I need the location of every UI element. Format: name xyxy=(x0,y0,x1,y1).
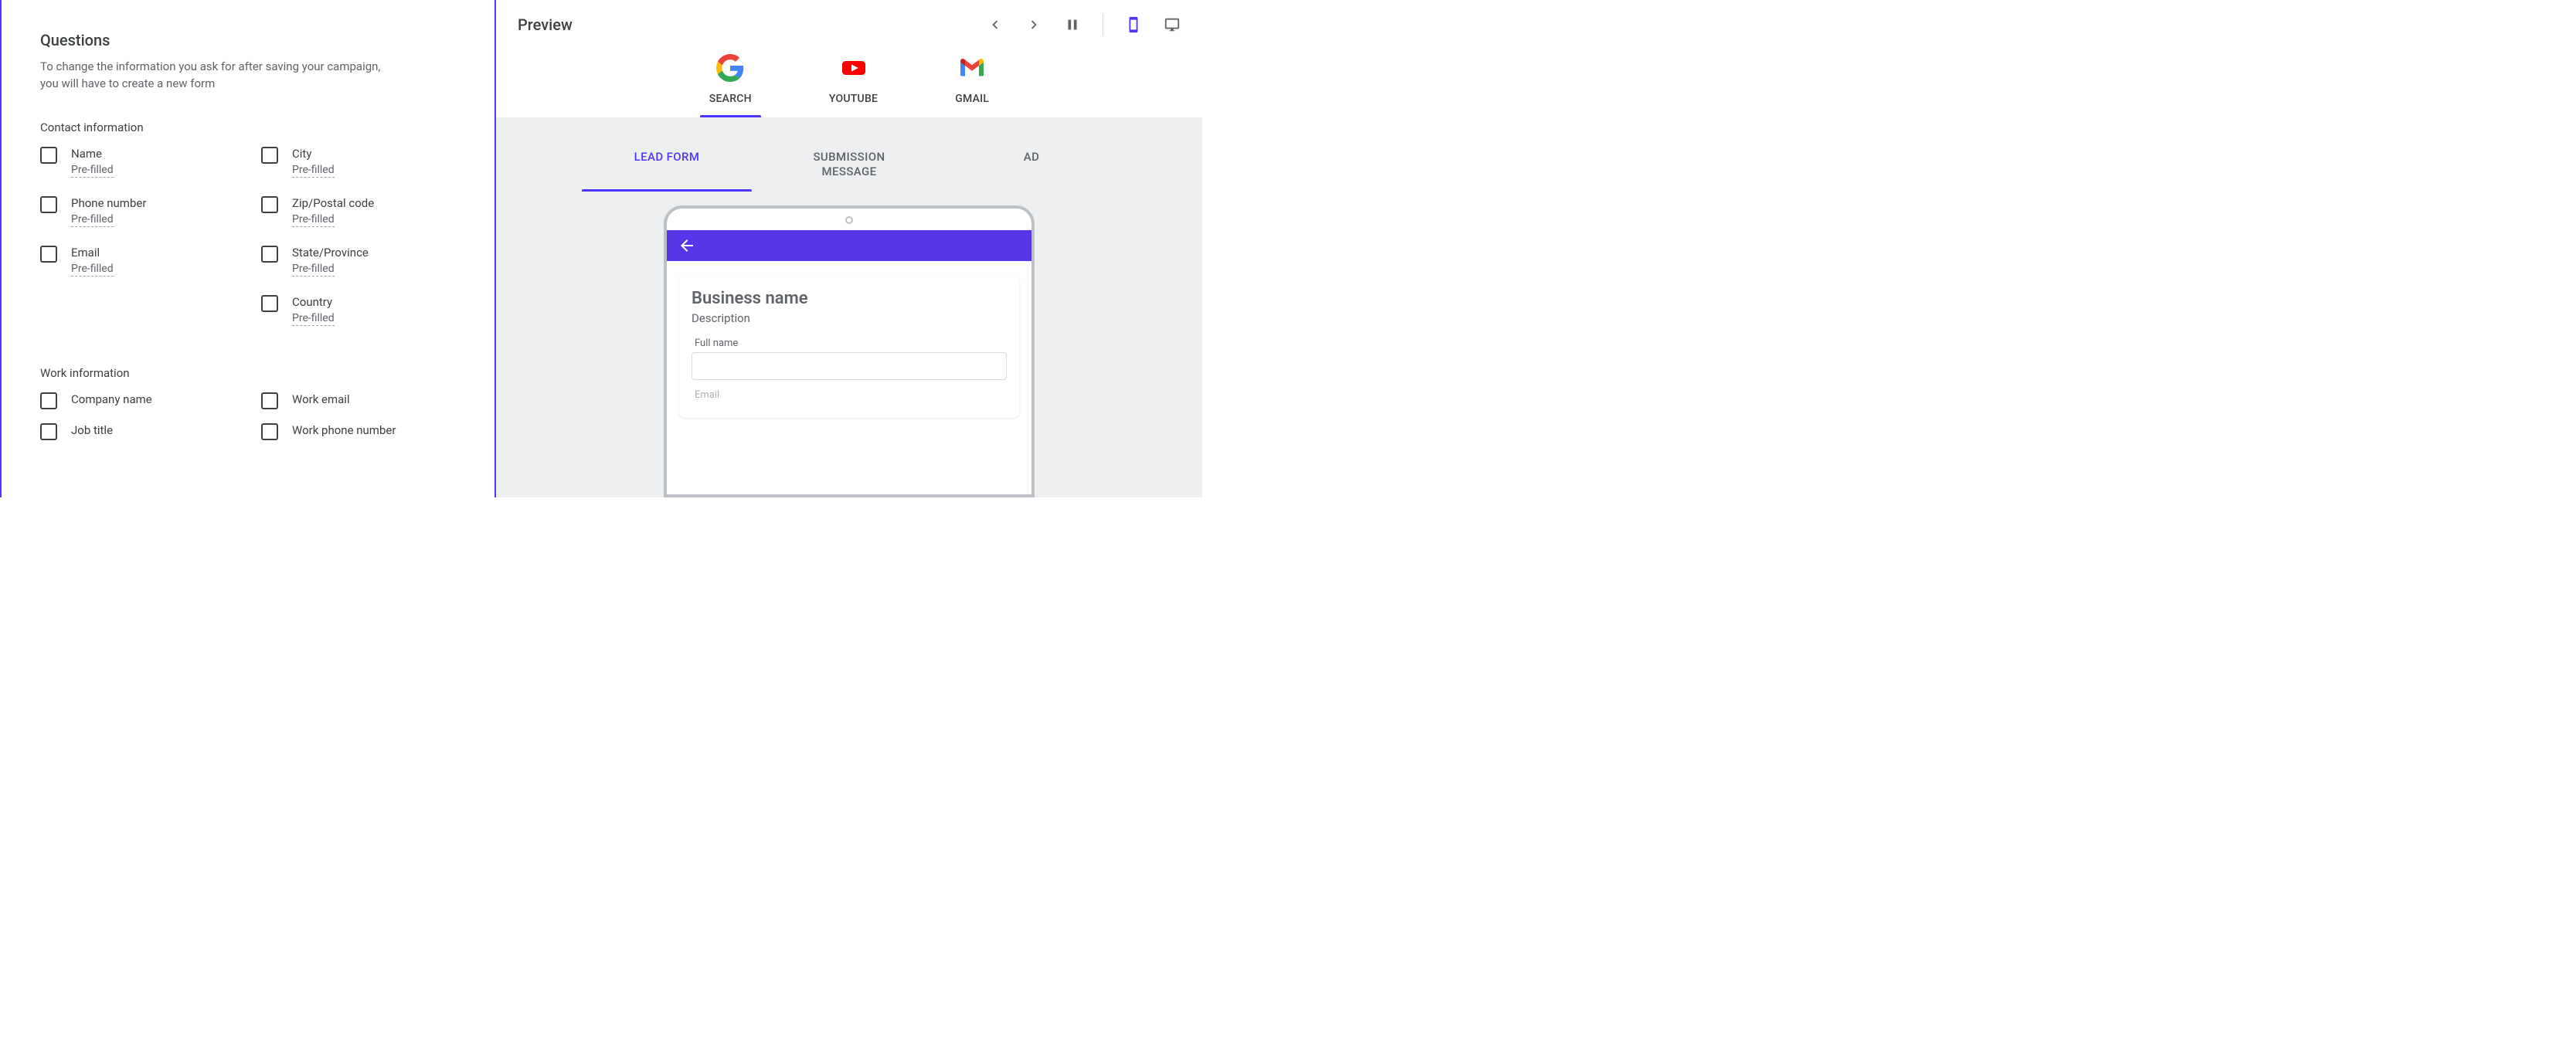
contact-col-1: Name Pre-filled Phone number Pre-filled xyxy=(40,147,261,344)
channel-tabs: SEARCH YOUTUBE GMAIL xyxy=(518,54,1181,117)
field-label: City xyxy=(292,147,335,161)
left-rail xyxy=(0,0,31,497)
google-icon xyxy=(716,54,744,82)
field-label: Job title xyxy=(71,423,113,437)
prefill-badge: Pre-filled xyxy=(71,263,114,277)
field-workemail: Work email xyxy=(261,392,482,409)
channel-label: GMAIL xyxy=(955,93,989,105)
preview-header: Preview SEARCH xyxy=(496,0,1202,117)
field-phone: Phone number Pre-filled xyxy=(40,196,261,227)
field-zip: Zip/Postal code Pre-filled xyxy=(261,196,482,227)
preview-panel: Preview SEARCH xyxy=(496,0,1202,497)
field-label: Country xyxy=(292,295,335,309)
field-company: Company name xyxy=(40,392,261,409)
preview-title: Preview xyxy=(518,15,573,34)
field-workphone: Work phone number xyxy=(261,423,482,440)
questions-panel: Questions To change the information you … xyxy=(0,0,496,497)
full-name-input[interactable] xyxy=(692,352,1007,380)
work-col-1: Company name Job title xyxy=(40,392,261,454)
channel-gmail[interactable]: GMAIL xyxy=(955,54,989,117)
tab-submission[interactable]: SUBMISSION MESSAGE xyxy=(764,136,934,192)
field-label: Zip/Postal code xyxy=(292,196,374,210)
checkbox-workemail[interactable] xyxy=(261,392,278,409)
questions-content: Questions To change the information you … xyxy=(31,0,496,497)
gmail-icon xyxy=(958,54,986,82)
lead-form-card: Business name Description Full name Emai… xyxy=(679,275,1019,418)
next-button[interactable] xyxy=(1025,16,1042,33)
tab-leadform[interactable]: LEAD FORM xyxy=(582,136,752,192)
pause-button[interactable] xyxy=(1064,16,1081,33)
preview-controls xyxy=(987,14,1181,36)
questions-title: Questions xyxy=(40,31,482,49)
checkbox-state[interactable] xyxy=(261,246,278,263)
channel-label: YOUTUBE xyxy=(829,93,878,105)
field-email: Email Pre-filled xyxy=(40,246,261,277)
prefill-badge: Pre-filled xyxy=(71,213,114,227)
channel-label: SEARCH xyxy=(709,93,752,105)
back-arrow-icon xyxy=(678,236,696,255)
field-label: Company name xyxy=(71,392,152,406)
prefill-badge: Pre-filled xyxy=(292,213,335,227)
form-field-label: Full name xyxy=(692,338,1007,349)
prefill-badge: Pre-filled xyxy=(292,312,335,326)
questions-description: To change the information you ask for af… xyxy=(40,59,396,93)
field-country: Country Pre-filled xyxy=(261,295,482,326)
field-label: Name xyxy=(71,147,114,161)
checkbox-city[interactable] xyxy=(261,147,278,164)
work-info-label: Work information xyxy=(40,366,482,380)
contact-info-label: Contact information xyxy=(40,120,482,134)
device-preview-wrap: Business name Description Full name Emai… xyxy=(496,205,1202,498)
channel-youtube[interactable]: YOUTUBE xyxy=(829,54,878,117)
device-speaker xyxy=(845,216,853,224)
field-label: Work email xyxy=(292,392,350,406)
mobile-device-frame: Business name Description Full name Emai… xyxy=(664,205,1035,498)
preview-toolbar: Preview xyxy=(518,14,1181,36)
prefill-badge: Pre-filled xyxy=(292,263,335,277)
tab-ad[interactable]: AD xyxy=(946,136,1116,192)
contact-col-2: City Pre-filled Zip/Postal code Pre-fill… xyxy=(261,147,482,344)
business-name: Business name xyxy=(692,289,1007,308)
desktop-view-button[interactable] xyxy=(1164,16,1181,33)
channel-search[interactable]: SEARCH xyxy=(709,54,752,117)
field-state: State/Province Pre-filled xyxy=(261,246,482,277)
prev-button[interactable] xyxy=(987,16,1004,33)
form-field-label: Email xyxy=(692,389,1007,401)
mobile-view-button[interactable] xyxy=(1125,16,1142,33)
field-label: State/Province xyxy=(292,246,369,260)
prefill-badge: Pre-filled xyxy=(71,164,114,178)
work-fields-grid: Company name Job title Work emai xyxy=(40,392,482,454)
checkbox-zip[interactable] xyxy=(261,196,278,213)
checkbox-name[interactable] xyxy=(40,147,57,164)
checkbox-workphone[interactable] xyxy=(261,423,278,440)
checkbox-email[interactable] xyxy=(40,246,57,263)
business-description: Description xyxy=(692,311,1007,325)
work-col-2: Work email Work phone number xyxy=(261,392,482,454)
contact-fields-grid: Name Pre-filled Phone number Pre-filled xyxy=(40,147,482,344)
field-name: Name Pre-filled xyxy=(40,147,261,178)
prefill-badge: Pre-filled xyxy=(292,164,335,178)
app-root: Questions To change the information you … xyxy=(0,0,1202,497)
device-app-bar xyxy=(667,230,1031,261)
youtube-icon xyxy=(840,54,868,82)
field-label: Phone number xyxy=(71,196,146,210)
preview-tabs: LEAD FORM SUBMISSION MESSAGE AD xyxy=(496,136,1202,192)
checkbox-company[interactable] xyxy=(40,392,57,409)
field-label: Email xyxy=(71,246,114,260)
field-jobtitle: Job title xyxy=(40,423,261,440)
checkbox-phone[interactable] xyxy=(40,196,57,213)
field-city: City Pre-filled xyxy=(261,147,482,178)
field-label: Work phone number xyxy=(292,423,396,437)
tab-label: SUBMISSION MESSAGE xyxy=(813,150,885,178)
checkbox-country[interactable] xyxy=(261,295,278,312)
checkbox-jobtitle[interactable] xyxy=(40,423,57,440)
